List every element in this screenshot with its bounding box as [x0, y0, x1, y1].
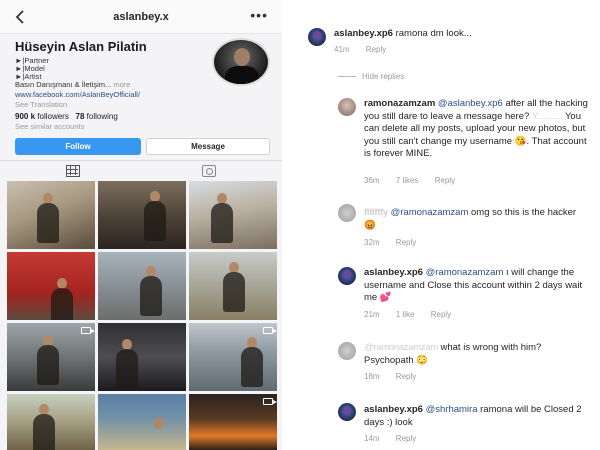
- comment-time: 18m: [364, 372, 380, 381]
- comment-username[interactable]: aslanbey.xp6: [334, 28, 393, 39]
- comment-body: aslanbey.xp6 ramona dm look...: [334, 28, 584, 41]
- bio-press-line: Basın Danışmanı & İletişim... more: [15, 80, 130, 89]
- grid-photo[interactable]: [7, 252, 95, 320]
- commenter-avatar[interactable]: [338, 267, 356, 285]
- instagram-profile-panel: aslanbey.x ••• Hüseyin Aslan Pilatin ►|P…: [0, 0, 282, 450]
- comment-body: aslanbey.xp6 @shrhamira ramona will be C…: [364, 404, 590, 429]
- comment-time: 21m: [364, 310, 380, 319]
- comment-mention[interactable]: @ramonazamzam: [426, 267, 504, 278]
- comment-meta: 21m 1 like Reply: [364, 310, 465, 319]
- comment-meta: 36m 7 likes Reply: [364, 176, 469, 185]
- bio-website-link[interactable]: www.facebook.com/AslanBeyOfficiall/: [15, 90, 140, 99]
- tagged-photos-icon[interactable]: [202, 165, 216, 177]
- similar-accounts-link[interactable]: See similar accounts: [15, 122, 84, 131]
- profile-stats: 900 k followers 78 following: [15, 112, 118, 121]
- bio-press-text: Basın Danışmanı & İletişim...: [15, 80, 112, 89]
- profile-avatar[interactable]: [212, 38, 270, 86]
- followers-label[interactable]: followers: [37, 112, 69, 121]
- commenter-avatar[interactable]: [338, 204, 356, 222]
- comment-username[interactable]: flfifffy: [364, 207, 388, 218]
- reply-button[interactable]: Reply: [435, 176, 455, 185]
- comments-panel: aslanbey.xp6 ramona dm look... 41m Reply…: [286, 0, 600, 450]
- more-horizontal-icon[interactable]: •••: [250, 7, 268, 23]
- comment-mention[interactable]: @ramonazamzam: [391, 207, 469, 218]
- comment-mention[interactable]: @shrhamira: [426, 404, 478, 415]
- commenter-avatar[interactable]: [338, 98, 356, 116]
- grid-photo[interactable]: [98, 394, 186, 450]
- redacted-text: Y...........: [531, 110, 563, 122]
- grid-photo[interactable]: [189, 394, 277, 450]
- following-count[interactable]: 78: [76, 112, 85, 121]
- grid-photo[interactable]: [7, 181, 95, 249]
- person-figure: [37, 203, 59, 243]
- comment-text: ramona dm look...: [395, 28, 472, 39]
- bio-more-link[interactable]: more: [113, 80, 130, 89]
- comment-likes[interactable]: 7 likes: [396, 176, 419, 185]
- person-figure: [140, 276, 162, 316]
- comment-time: 14m: [364, 434, 380, 443]
- video-icon: [81, 327, 95, 334]
- commenter-avatar[interactable]: [338, 403, 356, 421]
- see-translation-link[interactable]: See Translation: [15, 100, 67, 109]
- person-figure: [51, 288, 73, 320]
- profile-header-bar: aslanbey.x •••: [0, 0, 282, 34]
- person-figure: [144, 201, 166, 241]
- video-icon: [263, 398, 277, 405]
- person-figure: [33, 414, 55, 450]
- person-figure: [37, 345, 59, 385]
- comment-mention[interactable]: @ramonazamzam: [364, 342, 438, 353]
- comment-body: flfifffy @ramonazamzam omg so this is th…: [364, 207, 590, 232]
- photo-grid: [7, 181, 277, 450]
- followers-count[interactable]: 900 k: [15, 112, 35, 121]
- profile-tabs: [0, 160, 282, 180]
- hide-replies-button[interactable]: Hide replies: [362, 72, 404, 81]
- grid-icon[interactable]: [66, 165, 80, 177]
- comment-meta: 41m Reply: [334, 45, 400, 54]
- reply-button[interactable]: Reply: [366, 45, 386, 54]
- comment-username[interactable]: aslanbey.xp6: [364, 404, 423, 415]
- person-figure: [211, 203, 233, 243]
- profile-username: aslanbey.x: [113, 11, 169, 23]
- comment-body: aslanbey.xp6 @ramonazamzam ı will change…: [364, 267, 590, 305]
- comment-time: 36m: [364, 176, 380, 185]
- divider: [338, 76, 356, 77]
- comment-body: @ramonazamzam what is wrong with him? Ps…: [364, 342, 590, 367]
- grid-photo[interactable]: [189, 252, 277, 320]
- comment-username[interactable]: aslanbey.xp6: [364, 267, 423, 278]
- person-figure: [241, 347, 263, 387]
- grid-photo[interactable]: [189, 323, 277, 391]
- comment-username[interactable]: ramonazamzam: [364, 98, 435, 109]
- video-icon: [263, 327, 277, 334]
- reply-button[interactable]: Reply: [396, 238, 416, 247]
- comment-meta: 18m Reply: [364, 372, 430, 381]
- person-figure: [116, 349, 138, 389]
- comment-time: 41m: [334, 45, 350, 54]
- comment-meta: 14m Reply: [364, 434, 430, 443]
- reply-button[interactable]: Reply: [431, 310, 451, 319]
- grid-photo[interactable]: [7, 394, 95, 450]
- following-label[interactable]: following: [87, 112, 118, 121]
- person-head: [154, 418, 164, 429]
- grid-photo[interactable]: [98, 252, 186, 320]
- grid-photo[interactable]: [98, 323, 186, 391]
- comment-mention[interactable]: @aslanbey.xp6: [438, 98, 503, 109]
- profile-full-name: Hüseyin Aslan Pilatin: [15, 39, 147, 54]
- comment-meta: 32m Reply: [364, 238, 430, 247]
- follow-button[interactable]: Follow: [15, 138, 141, 155]
- grid-photo[interactable]: [189, 181, 277, 249]
- comment-likes[interactable]: 1 like: [396, 310, 415, 319]
- comment-time: 32m: [364, 238, 380, 247]
- reply-button[interactable]: Reply: [396, 434, 416, 443]
- reply-button[interactable]: Reply: [396, 372, 416, 381]
- grid-photo[interactable]: [98, 181, 186, 249]
- commenter-avatar[interactable]: [308, 28, 326, 46]
- comment-body: ramonazamzam @aslanbey.xp6 after all the…: [364, 98, 590, 161]
- person-figure: [223, 272, 245, 312]
- grid-photo[interactable]: [7, 323, 95, 391]
- commenter-avatar[interactable]: [338, 342, 356, 360]
- message-button[interactable]: Message: [146, 138, 270, 155]
